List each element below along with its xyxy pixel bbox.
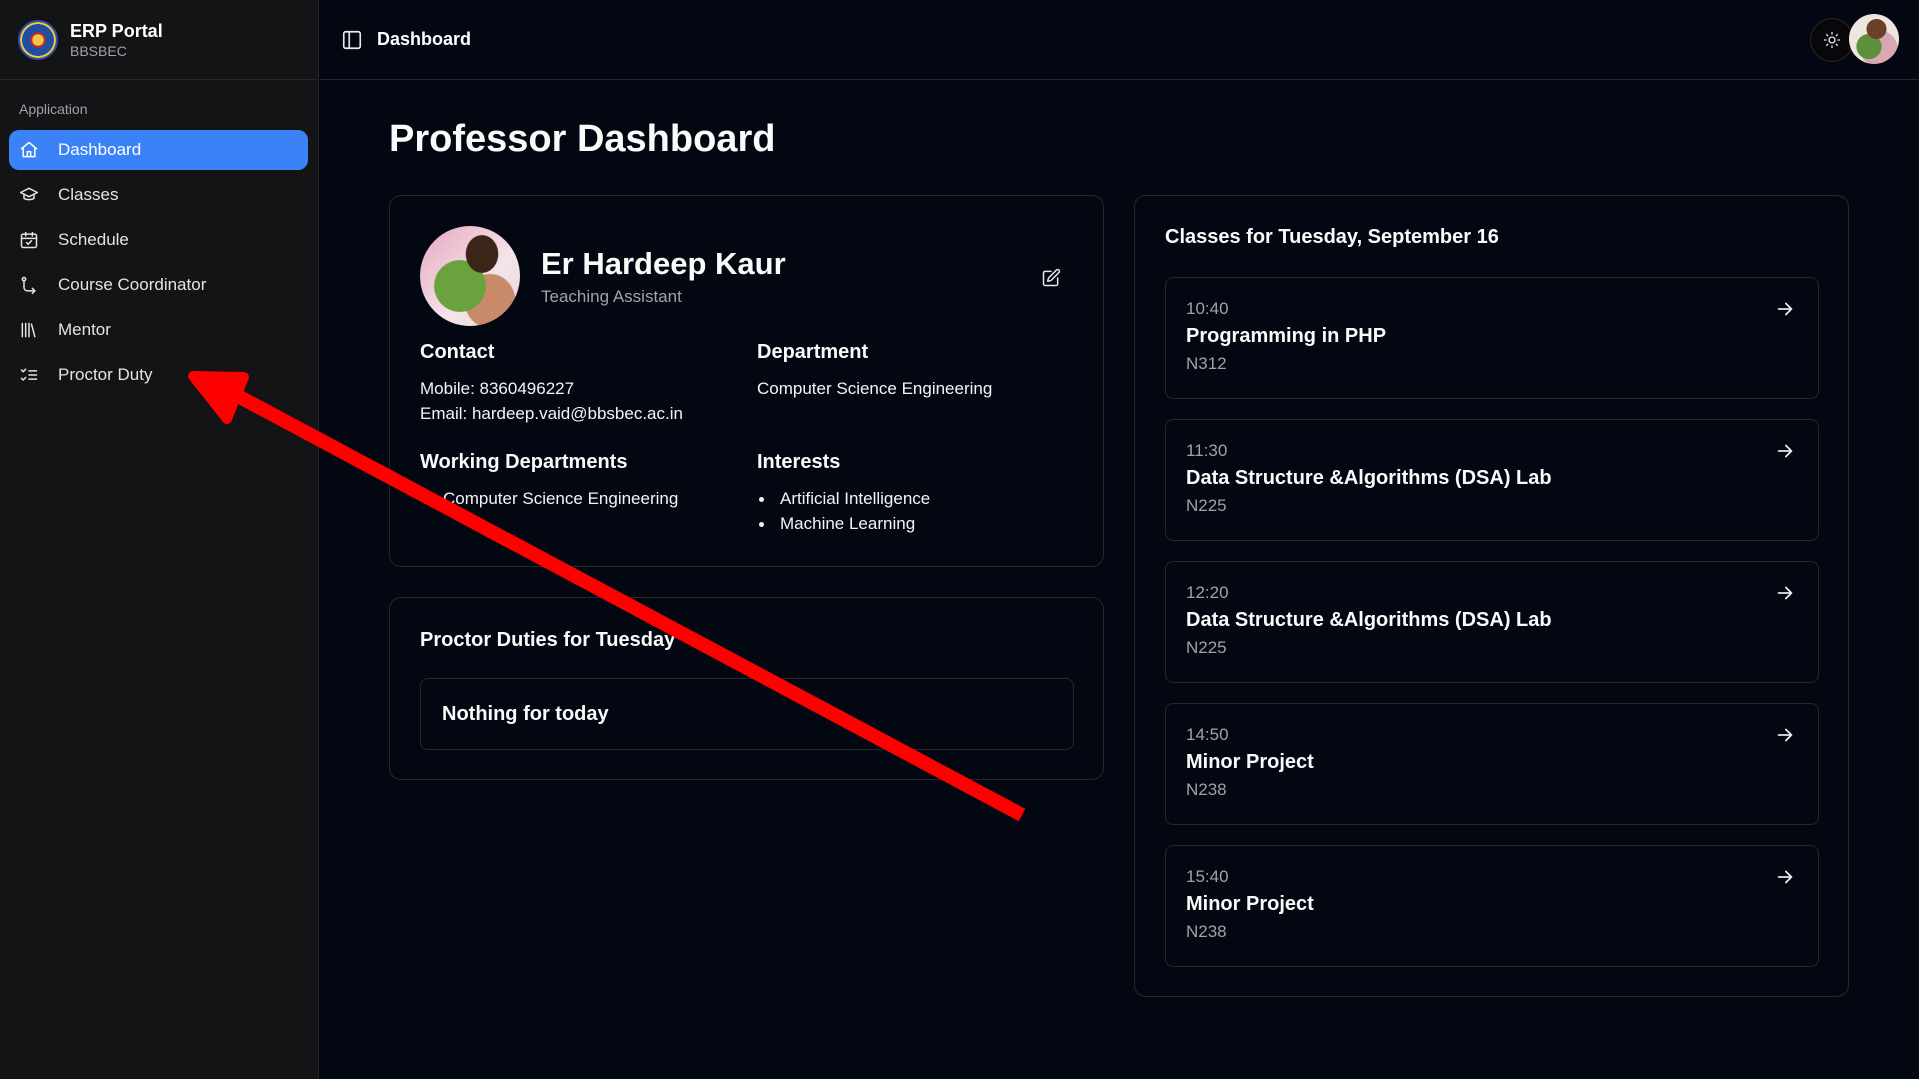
class-time: 15:40 <box>1186 867 1229 886</box>
home-icon <box>19 140 39 160</box>
classes-card: Classes for Tuesday, September 16 10:40 … <box>1134 195 1849 997</box>
class-room: N225 <box>1186 496 1227 515</box>
breadcrumb: Dashboard <box>377 29 472 49</box>
theme-toggle-button[interactable] <box>1810 18 1854 62</box>
user-avatar[interactable] <box>1849 14 1899 64</box>
proctor-empty-state: Nothing for today <box>420 678 1074 750</box>
class-title: Data Structure &Algorithms (DSA) Lab <box>1186 609 1552 631</box>
contact-heading: Contact <box>420 341 495 363</box>
sidebar-item-mentor[interactable]: Mentor <box>9 310 308 350</box>
list-checks-icon <box>19 365 39 385</box>
sidebar: ERP Portal BBSBEC Application Dashboard … <box>0 0 319 1079</box>
interests-heading: Interests <box>757 451 841 473</box>
sidebar-item-label: Classes <box>58 185 119 204</box>
calendar-check-icon <box>19 230 39 250</box>
sidebar-nav: Dashboard Classes Schedule Course Coordi… <box>9 130 308 400</box>
contact-mobile: Mobile: 8360496227 <box>420 379 575 398</box>
brand-subtitle: BBSBEC <box>70 42 127 59</box>
sidebar-item-label: Proctor Duty <box>58 365 153 384</box>
class-room: N225 <box>1186 638 1227 657</box>
route-icon <box>19 275 39 295</box>
class-item[interactable]: 12:20 Data Structure &Algorithms (DSA) L… <box>1165 561 1819 683</box>
profile-avatar <box>420 226 520 326</box>
brand-text: ERP Portal BBSBEC <box>70 20 163 60</box>
panel-left-icon <box>342 30 362 49</box>
sidebar-item-schedule[interactable]: Schedule <box>9 220 308 260</box>
profile-role: Teaching Assistant <box>541 287 682 306</box>
interests-list: Artificial Intelligence Machine Learning <box>757 486 930 536</box>
class-time: 11:30 <box>1186 441 1228 460</box>
sidebar-item-label: Course Coordinator <box>58 275 207 294</box>
class-item[interactable]: 14:50 Minor Project N238 <box>1165 703 1819 825</box>
classes-heading: Classes for Tuesday, September 16 <box>1165 226 1499 248</box>
class-item[interactable]: 11:30 Data Structure &Algorithms (DSA) L… <box>1165 419 1819 541</box>
profile-name: Er Hardeep Kaur <box>541 246 786 281</box>
sidebar-item-dashboard[interactable]: Dashboard <box>9 130 308 170</box>
graduation-cap-icon <box>19 185 39 205</box>
sidebar-item-course-coordinator[interactable]: Course Coordinator <box>9 265 308 305</box>
sidebar-item-classes[interactable]: Classes <box>9 175 308 215</box>
working-departments-list: Computer Science Engineering <box>420 486 678 511</box>
list-item: Computer Science Engineering <box>420 486 678 511</box>
contact-email: Email: hardeep.vaid@bbsbec.ac.in <box>420 404 683 423</box>
edit-icon <box>1042 268 1061 287</box>
class-title: Data Structure &Algorithms (DSA) Lab <box>1186 467 1552 489</box>
class-room: N312 <box>1186 354 1227 373</box>
department-value: Computer Science Engineering <box>757 379 993 398</box>
brand-title: ERP Portal <box>70 20 163 41</box>
class-time: 14:50 <box>1186 725 1229 744</box>
sidebar-item-label: Mentor <box>58 320 111 339</box>
nav-group-label: Application <box>19 101 88 117</box>
sidebar-toggle-button[interactable] <box>339 27 365 53</box>
class-title: Programming in PHP <box>1186 325 1387 347</box>
sun-icon <box>1823 31 1841 49</box>
class-room: N238 <box>1186 780 1227 799</box>
profile-card: Er Hardeep Kaur Teaching Assistant Conta… <box>389 195 1104 567</box>
college-logo <box>18 19 58 60</box>
arrow-right-icon <box>1774 866 1798 890</box>
class-item[interactable]: 15:40 Minor Project N238 <box>1165 845 1819 967</box>
sidebar-item-label: Dashboard <box>58 140 142 159</box>
working-departments-heading: Working Departments <box>420 451 628 473</box>
sidebar-item-label: Schedule <box>58 230 129 249</box>
library-icon <box>19 320 39 340</box>
page-title: Professor Dashboard <box>389 118 776 160</box>
arrow-right-icon <box>1774 582 1798 606</box>
brand[interactable]: ERP Portal BBSBEC <box>0 0 318 80</box>
proctor-duties-card: Proctor Duties for Tuesday Nothing for t… <box>389 597 1104 780</box>
class-time: 10:40 <box>1186 299 1229 318</box>
class-room: N238 <box>1186 922 1227 941</box>
class-title: Minor Project <box>1186 751 1314 773</box>
edit-profile-button[interactable] <box>1039 266 1063 290</box>
class-title: Minor Project <box>1186 893 1314 915</box>
class-time: 12:20 <box>1186 583 1229 602</box>
department-heading: Department <box>757 341 869 363</box>
sidebar-item-proctor-duty[interactable]: Proctor Duty <box>9 355 308 395</box>
proctor-heading: Proctor Duties for Tuesday <box>420 629 676 651</box>
arrow-right-icon <box>1774 724 1798 748</box>
list-item: Machine Learning <box>757 511 930 536</box>
arrow-right-icon <box>1774 440 1798 464</box>
class-item[interactable]: 10:40 Programming in PHP N312 <box>1165 277 1819 399</box>
list-item: Artificial Intelligence <box>757 486 930 511</box>
top-bar: Dashboard <box>320 0 1919 80</box>
arrow-right-icon <box>1774 298 1798 322</box>
